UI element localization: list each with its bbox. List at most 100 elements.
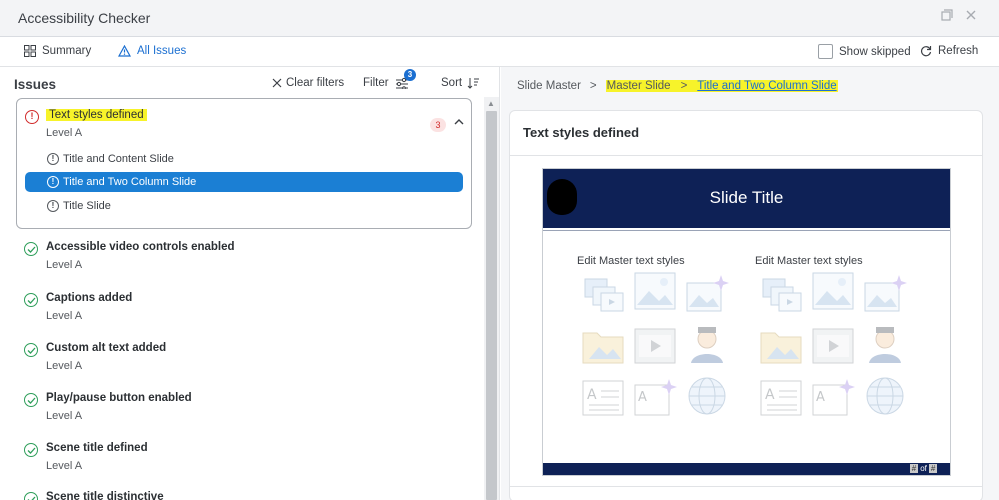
breadcrumb: Slide Master > Master Slide > Title and … <box>517 80 838 92</box>
text-icon: A <box>582 380 624 416</box>
scroll-up-icon[interactable]: ▲ <box>487 99 495 108</box>
slide-page-number: # of # <box>910 464 938 473</box>
close-icon[interactable] <box>963 9 979 25</box>
issue-title: Custom alt text added <box>46 342 167 354</box>
svg-text:A: A <box>765 387 775 403</box>
chevron-up-icon[interactable] <box>452 115 466 129</box>
issue-level: Level A <box>46 259 83 271</box>
all-issues-tab[interactable]: All Issues <box>118 45 186 57</box>
smartart-icon <box>762 278 802 312</box>
list-item-label: Title Slide <box>63 200 111 212</box>
issue-level: Level A <box>46 460 83 472</box>
clear-filters-button[interactable]: Clear filters <box>272 77 344 89</box>
issue-item[interactable]: Scene title defined Level A <box>24 441 464 481</box>
issues-panel: Issues Clear filters Filter 3 Sort ! Tex… <box>0 67 500 500</box>
icon-insert-icon <box>869 327 901 363</box>
error-icon: ! <box>25 110 39 124</box>
globe-icon <box>866 377 904 415</box>
window-title: Accessibility Checker <box>18 10 151 26</box>
list-item-label: Title and Content Slide <box>63 153 174 165</box>
issue-item[interactable]: Play/pause button enabled Level A <box>24 391 464 431</box>
issue-level: Level A <box>46 127 83 139</box>
scrollbar[interactable]: ▲ <box>484 97 499 500</box>
icon-insert-icon <box>691 327 723 363</box>
issues-header: Issues <box>14 77 57 92</box>
issue-title: Text styles defined <box>46 109 147 121</box>
issue-title: Play/pause button enabled <box>46 392 192 404</box>
issue-count-badge: 3 <box>430 118 446 132</box>
detail-panel: Slide Master > Master Slide > Title and … <box>501 67 999 500</box>
text-icon: A <box>760 380 802 416</box>
issue-level: Level A <box>46 310 83 322</box>
grid-icon <box>24 45 36 57</box>
clear-filters-label: Clear filters <box>286 77 345 89</box>
detail-card: Text styles defined Slide Title Edit Mas… <box>509 110 983 500</box>
show-skipped-label: Show skipped <box>839 45 911 58</box>
video-icon <box>812 328 854 364</box>
picture-icon <box>812 272 854 310</box>
svg-text:A: A <box>816 390 825 405</box>
show-skipped-toggle[interactable]: Show skipped <box>818 44 911 59</box>
svg-text:A: A <box>587 387 597 403</box>
sort-button[interactable]: Sort <box>441 77 480 89</box>
sort-icon <box>467 78 480 89</box>
breadcrumb-separator: > <box>671 80 697 92</box>
refresh-label: Refresh <box>938 45 979 57</box>
detail-title: Text styles defined <box>523 125 640 140</box>
folder-picture-icon <box>760 332 802 364</box>
title-bar: Accessibility Checker <box>0 0 999 37</box>
info-icon: ! <box>47 153 59 165</box>
refresh-button[interactable]: Refresh <box>920 45 978 57</box>
list-item[interactable]: ! Title Slide <box>25 196 463 216</box>
page-total: # <box>929 464 938 473</box>
breadcrumb-current[interactable]: Title and Two Column Slide <box>696 80 838 92</box>
close-icon <box>272 78 282 88</box>
check-circle-icon <box>24 343 38 357</box>
issue-group-text-styles[interactable]: ! Text styles defined Level A 3 ! Title … <box>16 98 472 229</box>
scrollbar-thumb[interactable] <box>486 111 497 500</box>
check-circle-icon <box>24 393 38 407</box>
sort-label: Sort <box>441 77 463 89</box>
summary-label: Summary <box>42 45 92 57</box>
restore-icon[interactable] <box>939 9 955 25</box>
divider <box>510 155 982 156</box>
summary-tab[interactable]: Summary <box>24 45 91 57</box>
divider <box>510 486 982 487</box>
slide-footer-band: # of # <box>543 463 950 475</box>
toolbar: Summary All Issues Show skipped Refresh <box>0 37 999 67</box>
check-circle-icon <box>24 242 38 256</box>
text-sparkle-icon: A <box>634 379 677 416</box>
issue-item[interactable]: Captions added Level A <box>24 291 464 331</box>
issue-title: Scene title defined <box>46 442 148 454</box>
folder-picture-icon <box>582 332 624 364</box>
slide-title-band: Slide Title <box>543 169 950 228</box>
breadcrumb-middle[interactable]: Master Slide <box>605 80 672 92</box>
page-current: # <box>910 464 918 473</box>
check-circle-icon <box>24 492 38 500</box>
show-skipped-checkbox[interactable] <box>818 44 833 59</box>
breadcrumb-root[interactable]: Slide Master <box>517 80 581 92</box>
issue-item[interactable]: Custom alt text added Level A <box>24 341 464 381</box>
check-circle-icon <box>24 293 38 307</box>
issue-item[interactable]: Scene title distinctive <box>24 490 464 500</box>
online-picture-icon <box>686 275 729 312</box>
divider <box>543 230 950 231</box>
issue-item[interactable]: Accessible video controls enabled Level … <box>24 240 464 280</box>
list-item-selected[interactable]: ! Title and Two Column Slide <box>25 172 463 192</box>
info-icon: ! <box>47 176 59 188</box>
list-item[interactable]: ! Title and Content Slide <box>25 149 463 169</box>
slide-col2-text: Edit Master text styles <box>755 255 863 267</box>
text-sparkle-icon: A <box>812 379 855 416</box>
issue-title: Scene title distinctive <box>46 491 164 500</box>
smartart-icon <box>584 278 624 312</box>
list-item-label: Title and Two Column Slide <box>63 176 197 188</box>
filter-button[interactable]: Filter <box>363 77 409 89</box>
all-issues-label: All Issues <box>137 45 187 57</box>
slide-preview: Slide Title Edit Master text styles Edit… <box>542 168 951 476</box>
filter-label: Filter <box>363 77 389 89</box>
page-of: of <box>920 464 927 473</box>
check-circle-icon <box>24 443 38 457</box>
issue-title: Accessible video controls enabled <box>46 241 235 253</box>
globe-icon <box>688 377 726 415</box>
online-picture-icon <box>864 275 907 312</box>
